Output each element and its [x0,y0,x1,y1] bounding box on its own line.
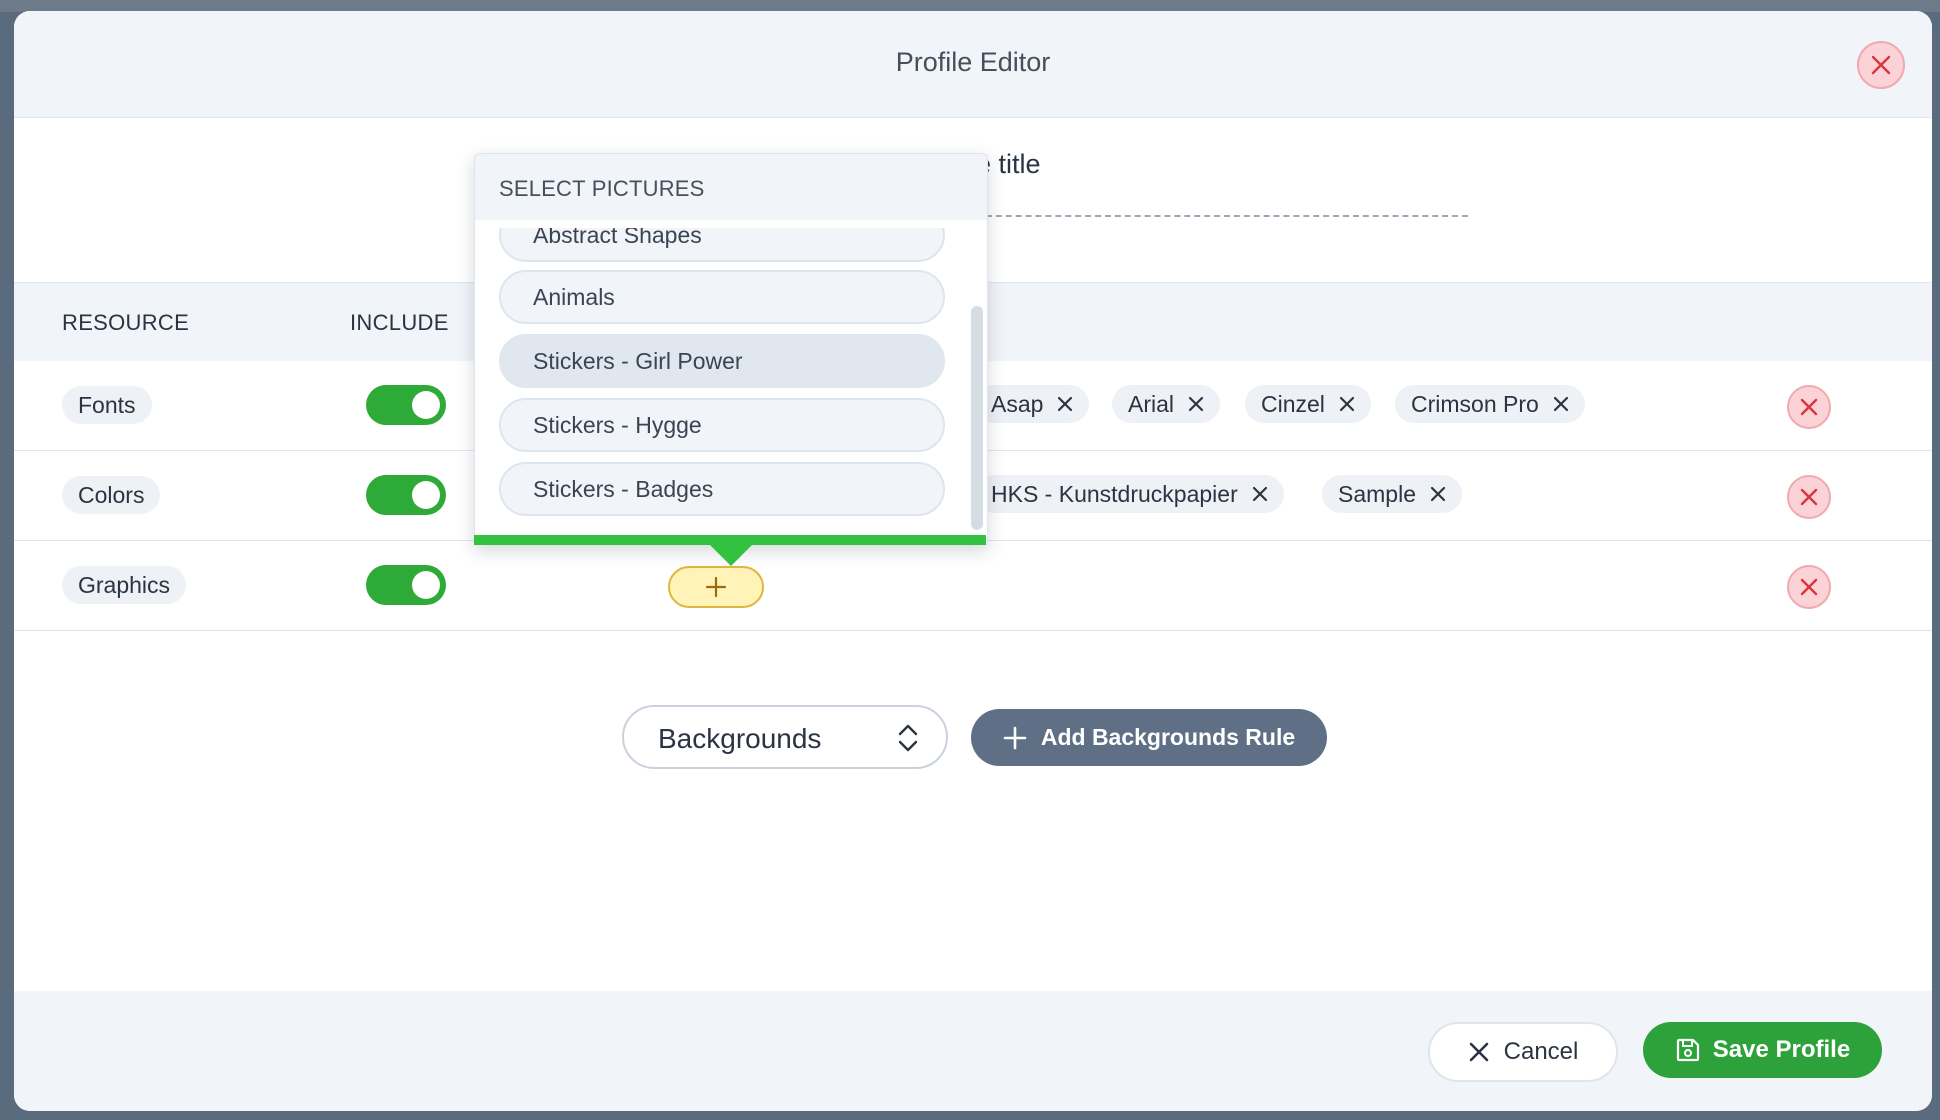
tag-chip: Sample [1322,475,1462,513]
close-icon [1800,578,1818,596]
include-toggle[interactable] [366,475,446,515]
tag-label: HKS - Kunstdruckpapier [991,481,1238,507]
column-header-resource: RESOURCE [62,310,190,335]
toggle-knob [412,481,440,509]
save-profile-button[interactable]: Save Profile [1643,1022,1882,1078]
dropdown-option-highlighted[interactable]: Stickers - Girl Power [499,334,945,388]
toggle-knob [412,391,440,419]
include-toggle[interactable] [366,565,446,605]
remove-tag-icon[interactable] [1551,394,1571,414]
selected-resource: Backgrounds [658,723,822,754]
column-header-include: INCLUDE [350,310,449,335]
tag-label: Sample [1338,481,1416,507]
save-label: Save Profile [1712,1036,1851,1063]
profile-editor-dialog: Profile Editor e title RESOURCE INCLUDE … [14,11,1932,1111]
dropdown-option[interactable]: Stickers - Hygge [499,398,945,452]
plus-icon [1003,726,1027,749]
dropdown-option[interactable]: Abstract Shapes [499,228,945,262]
include-toggle[interactable] [366,385,446,425]
tag-label: Arial [1128,391,1175,417]
delete-row-button[interactable] [1787,565,1831,609]
dropdown-option[interactable]: Animals [499,270,945,324]
title-underline [976,215,1468,217]
dropdown-option[interactable]: Stickers - Badges [499,462,945,516]
remove-tag-icon[interactable] [1337,394,1357,414]
resource-type-select[interactable]: Backgrounds [622,705,948,769]
dialog-title: Profile Editor [895,47,1051,77]
tag-chip: Cinzel [1245,385,1371,423]
dropdown-caret [709,544,753,566]
close-dialog-button[interactable] [1857,41,1905,89]
dialog-header: Profile Editor [14,11,1932,118]
toggle-knob [412,571,440,599]
tag-chip: Crimson Pro [1395,385,1585,423]
dropdown-scrollbar[interactable] [971,306,983,530]
remove-tag-icon[interactable] [1250,484,1270,504]
close-icon [1469,1042,1488,1062]
dropdown-options-list[interactable]: Abstract Shapes Animals Stickers - Girl … [475,228,987,538]
resource-label: Colors [62,476,161,514]
cancel-button[interactable]: Cancel [1428,1022,1618,1082]
table-row-graphics: Graphics [14,541,1932,631]
add-pictures-button[interactable] [668,566,764,608]
delete-row-button[interactable] [1787,475,1831,519]
tag-label: Cinzel [1261,391,1325,417]
delete-row-button[interactable] [1787,385,1831,429]
cancel-label: Cancel [1503,1038,1579,1065]
dropdown-header: SELECT PICTURES [475,154,987,220]
close-icon [1800,488,1818,506]
remove-tag-icon[interactable] [1428,484,1448,504]
tag-chip: Arial [1112,385,1221,423]
tag-chip: HKS - Kunstdruckpapier [975,475,1284,513]
close-icon [1871,55,1891,75]
dropdown-title: SELECT PICTURES [499,176,705,201]
add-rule-button[interactable]: Add Backgrounds Rule [971,709,1327,766]
select-pictures-dropdown: SELECT PICTURES Abstract Shapes Animals … [474,153,988,545]
resource-label: Fonts [62,386,152,424]
select-chevron-icon [898,724,918,752]
close-icon [1800,398,1818,416]
tag-label: Crimson Pro [1411,391,1539,417]
tag-chip: Asap [975,385,1090,423]
remove-tag-icon[interactable] [1186,394,1206,414]
resource-label: Graphics [62,566,187,604]
tag-label: Asap [991,391,1044,417]
add-rule-label: Add Backgrounds Rule [1040,724,1296,750]
remove-tag-icon[interactable] [1055,394,1075,414]
save-icon [1676,1038,1699,1062]
plus-icon [705,576,727,598]
